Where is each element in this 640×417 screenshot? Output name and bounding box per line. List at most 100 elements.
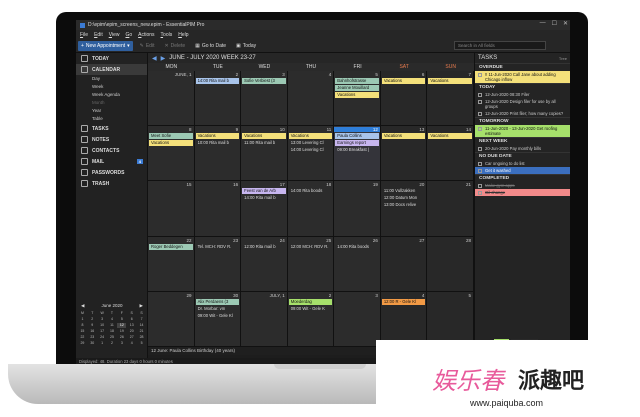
day-cell[interactable]: 24 12:00 Rita mail b [241, 236, 288, 292]
task-group-overdue[interactable]: OVERDUE [475, 63, 570, 71]
mini-day[interactable]: 8 [78, 323, 87, 328]
task-item[interactable]: Get it washed [475, 167, 570, 174]
calendar-event[interactable]: 09:00 Breakfast ( [335, 147, 379, 153]
day-cell[interactable]: 12 Paula Collins Earnings report 09:00 Brea… [334, 126, 381, 182]
task-checkbox[interactable] [478, 93, 482, 97]
new-appointment-button[interactable]: + New Appointment ▾ [78, 40, 133, 51]
calendar-event[interactable]: 14:00 Rita boods [335, 244, 379, 250]
next-arrow-icon[interactable]: ▶ [161, 55, 166, 62]
today-button[interactable]: ▣ Today [233, 41, 259, 51]
prev-arrow-icon[interactable]: ◀ [152, 55, 157, 62]
day-cell[interactable]: 13 Vacations [380, 126, 428, 182]
task-item[interactable]: Make gym appt. [475, 182, 570, 189]
mini-day[interactable]: 28 [137, 335, 146, 340]
menu-tools[interactable]: Tools [161, 32, 173, 38]
mini-day[interactable]: 21 [137, 329, 146, 334]
view-week[interactable]: Week [76, 83, 147, 91]
day-cell[interactable]: 17 Feest van de Arb 14:00 Rita mail b [241, 181, 288, 237]
sidebar-item-today[interactable]: TODAY [76, 53, 147, 64]
task-item[interactable]: 20-Jun-2020 Pay monthly bills [475, 145, 570, 152]
calendar-event[interactable]: Moederdag [288, 298, 333, 305]
calendar-event[interactable]: Vacations [149, 140, 193, 147]
calendar-event[interactable]: 14:00 Levering Cl [289, 147, 333, 153]
task-checkbox[interactable] [478, 127, 482, 131]
day-cell[interactable]: 21 [427, 181, 474, 237]
mini-day[interactable]: 26 [117, 335, 126, 340]
day-cell[interactable]: 22 Roger Beddegen [148, 236, 195, 292]
day-cell[interactable]: 11 Vacations 13:00 Levering Cl 14:00 Leveri… [287, 126, 335, 182]
day-cell[interactable]: 27 [380, 236, 428, 292]
task-group-next-week[interactable]: NEXT WEEK [475, 137, 570, 145]
calendar-event[interactable]: Roger Beddegen [149, 243, 193, 250]
day-cell[interactable]: 29 [148, 291, 195, 347]
task-item[interactable]: 12-Jun-2020 Design filer for use by all … [475, 98, 570, 110]
calendar-event[interactable]: Vacations [428, 78, 472, 84]
mini-day[interactable]: 30 [88, 341, 97, 346]
mini-day[interactable]: 5 [117, 317, 126, 322]
day-cell[interactable]: 23 Tel. MCH: RDV R. [194, 236, 242, 292]
maximize-button[interactable]: ☐ [552, 20, 557, 27]
mini-day[interactable]: 18 [108, 329, 117, 334]
task-group-today[interactable]: TODAY [475, 83, 570, 91]
task-item[interactable]: 12-Jun-2020 Print filer; how many copies… [475, 110, 570, 117]
mini-day[interactable]: 2 [88, 317, 97, 322]
sidebar-item-calendar[interactable]: CALENDAR [76, 64, 147, 75]
view-month[interactable]: Month [76, 99, 147, 107]
day-cell[interactable]: 3 [334, 291, 381, 347]
mini-day[interactable]: 27 [127, 335, 136, 340]
mini-day[interactable]: 5 [137, 341, 146, 346]
prev-month-icon[interactable]: ◀ [81, 303, 84, 309]
mini-day[interactable]: 3 [117, 341, 126, 346]
day-cell[interactable]: 15 [148, 181, 195, 237]
sidebar-item-trash[interactable]: TRASH [76, 178, 147, 189]
day-cell[interactable]: 28 [427, 236, 474, 292]
menu-view[interactable]: View [109, 32, 120, 38]
calendar-event[interactable]: Meet Sofie [149, 133, 193, 140]
task-group-no-due-date[interactable]: NO DUE DATE [475, 152, 570, 160]
view-table[interactable]: Table [76, 115, 147, 123]
view-day[interactable]: Day [76, 75, 147, 83]
day-cell[interactable]: 19 [334, 181, 381, 237]
mini-day[interactable]: 4 [108, 317, 117, 322]
sidebar-item-passwords[interactable]: PASSWORDS [76, 167, 147, 178]
calendar-event[interactable]: 12:00 R - Gele Kl [381, 298, 426, 305]
task-item[interactable]: !! 11-Jun-2020 Call Jane about adding Ch… [475, 71, 570, 83]
calendar-event[interactable]: 10:00 Rita mail b [196, 140, 240, 146]
day-cell[interactable]: 30 Alix Perdaens (3 Dr. Morbar: vm 09:00 Wi… [194, 291, 242, 347]
task-checkbox[interactable] [478, 112, 482, 116]
mini-day[interactable]: 2 [108, 341, 117, 346]
mini-day[interactable]: 16 [88, 329, 97, 334]
edit-button[interactable]: ✎ Edit [137, 41, 158, 51]
day-cell[interactable]: 4 [287, 71, 335, 127]
view-year[interactable]: Year [76, 107, 147, 115]
calendar-event[interactable]: 11:00 Rita mail b [242, 140, 286, 146]
mini-day[interactable]: 19 [117, 329, 126, 334]
mini-day[interactable]: 9 [88, 323, 97, 328]
menu-file[interactable]: File [80, 32, 88, 38]
sidebar-item-contacts[interactable]: CONTACTS [76, 145, 147, 156]
calendar-event[interactable]: Alix Perdaens (3 [195, 298, 240, 305]
day-cell[interactable]: 7 Vacations [427, 71, 474, 127]
calendar-event[interactable]: Vacations [381, 133, 426, 140]
menu-edit[interactable]: Edit [94, 32, 103, 38]
calendar-event[interactable]: Tel. MCH: RDV R. [196, 244, 240, 250]
task-item[interactable]: Car ongoing to do list [475, 160, 570, 167]
calendar-event[interactable]: Earnings report [335, 140, 379, 147]
view-week-agenda[interactable]: Week Agenda [76, 91, 147, 99]
day-cell[interactable]: 3 Sofie Verbiest (3 [241, 71, 288, 127]
sidebar-item-notes[interactable]: NOTES [76, 134, 147, 145]
calendar-event[interactable]: 12:00 Rita mail b [242, 244, 286, 250]
calendar-event[interactable]: 13:00 Docs relive [382, 202, 426, 208]
day-cell[interactable]: 14 Vacations [427, 126, 474, 182]
mini-day[interactable]: 23 [88, 335, 97, 340]
mini-day[interactable]: 24 [98, 335, 107, 340]
mini-day[interactable]: 1 [98, 341, 107, 346]
menu-go[interactable]: Go [125, 32, 132, 38]
task-checkbox[interactable] [478, 100, 482, 104]
mini-day[interactable]: 7 [137, 317, 146, 322]
calendar-event[interactable]: 14:00 Rita boods [289, 188, 333, 194]
task-checkbox[interactable] [478, 191, 482, 195]
task-item[interactable]: 12-Jun-2020 08:30 Filer [475, 91, 570, 98]
close-button[interactable]: ✕ [563, 20, 568, 27]
task-item[interactable]: Oil change [475, 189, 570, 196]
